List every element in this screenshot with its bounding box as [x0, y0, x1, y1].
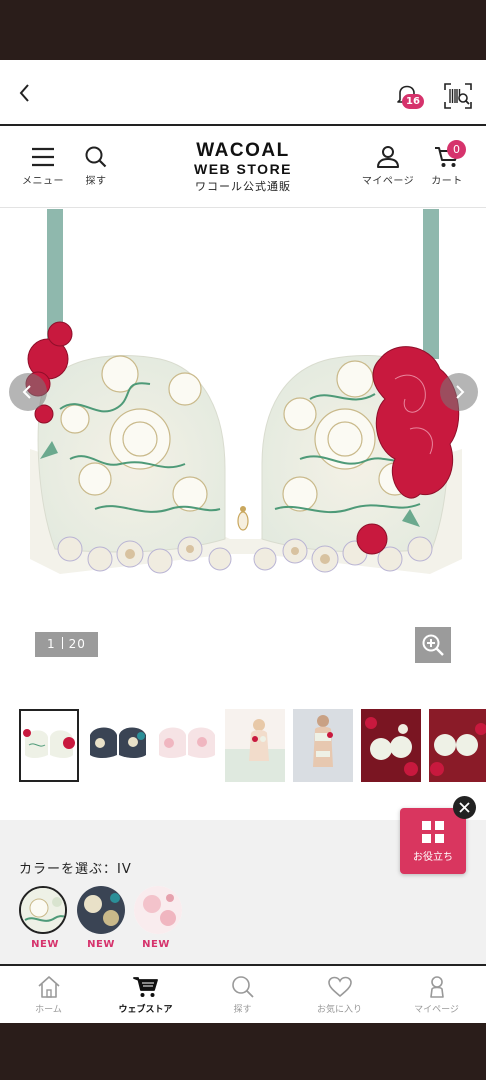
image-counter-current: 1	[47, 637, 56, 651]
help-fab-label: お役立ち	[413, 852, 453, 863]
thumbnail-item[interactable]	[293, 709, 353, 782]
thumbnail-image	[225, 709, 285, 782]
color-swatch-iv[interactable]	[19, 886, 67, 934]
product-image-carousel[interactable]	[0, 209, 486, 679]
color-select-label: カラーを選ぶ：IV	[19, 862, 132, 877]
menu-button[interactable]: メニュー	[13, 146, 73, 194]
thumbnail-image	[21, 711, 77, 780]
status-bar	[0, 0, 486, 60]
swatch-image	[21, 888, 65, 932]
barcode-scan-button[interactable]	[443, 82, 473, 110]
tab-favorites-label: お気に入り	[316, 1005, 362, 1015]
cart-label: カート	[431, 176, 463, 187]
search-icon	[231, 976, 254, 998]
tab-mypage[interactable]: マイページ	[388, 975, 485, 1015]
tab-web-store-label: ウェブストア	[118, 1005, 173, 1015]
chevron-left-icon	[22, 385, 31, 399]
thumbnail-strip	[0, 707, 486, 787]
bottom-tab-bar: ホーム ウェブストア 探す お気に入り マイページ	[0, 964, 486, 1023]
store-header: メニュー 探す WACOAL WEB STORE ワコール公式通販 マイページ …	[0, 128, 486, 208]
tab-mypage-label: マイページ	[414, 1005, 459, 1015]
notification-badge: 16	[402, 94, 424, 109]
app-viewport: 16 メニュー 探す WACOAL WEB STORE ワコール公式通販 マイペ…	[0, 60, 486, 1023]
thumbnail-image	[88, 709, 148, 782]
new-tag: NEW	[87, 939, 115, 950]
product-photo	[25, 209, 462, 574]
mypage-label: マイページ	[361, 176, 415, 187]
user-icon	[429, 976, 444, 998]
grid-icon	[422, 821, 444, 843]
logo-wordmark: WACOAL	[196, 140, 290, 161]
mypage-button[interactable]: マイページ	[358, 146, 418, 194]
chevron-right-icon	[456, 385, 465, 399]
hamburger-menu-icon	[32, 147, 54, 167]
back-chevron-icon	[19, 84, 29, 102]
thumbnail-item[interactable]	[19, 709, 79, 782]
tab-home-label: ホーム	[35, 1005, 62, 1015]
tab-favorites[interactable]: お気に入り	[291, 975, 388, 1015]
thumbnail-image	[293, 709, 353, 782]
browser-top-bar: 16	[0, 60, 486, 126]
close-icon	[459, 802, 470, 813]
new-tag: NEW	[142, 939, 170, 950]
search-label: 探す	[85, 176, 107, 187]
tab-search-label: 探す	[233, 1005, 252, 1015]
thumbnail-image	[157, 709, 217, 782]
home-icon	[37, 976, 60, 998]
thumbnail-item[interactable]	[361, 709, 421, 782]
swatch-image	[77, 886, 125, 934]
image-counter: 1 20	[35, 632, 98, 657]
back-button[interactable]	[12, 80, 38, 106]
logo-tagline: ワコール公式通販	[195, 180, 291, 193]
thumbnail-item[interactable]	[88, 709, 148, 782]
search-icon	[85, 146, 107, 168]
tab-home[interactable]: ホーム	[0, 975, 97, 1015]
carousel-next-button[interactable]	[440, 373, 478, 411]
menu-label: メニュー	[22, 176, 64, 187]
phone-screen: 16 メニュー 探す WACOAL WEB STORE ワコール公式通販 マイペ…	[0, 0, 486, 1080]
header-search-button[interactable]: 探す	[66, 146, 126, 194]
tab-web-store[interactable]: ウェブストア	[97, 975, 194, 1015]
zoom-button[interactable]	[415, 627, 451, 663]
zoom-in-icon	[422, 634, 444, 656]
user-icon	[377, 146, 399, 168]
bottom-bezel	[0, 1023, 486, 1080]
new-tag: NEW	[31, 939, 59, 950]
thumbnail-item[interactable]	[429, 709, 486, 782]
thumbnail-image	[361, 709, 421, 782]
heart-icon	[327, 976, 352, 998]
logo-subtitle: WEB STORE	[193, 161, 293, 177]
thumbnail-image	[429, 709, 486, 782]
cart-count-badge: 0	[447, 140, 466, 159]
help-close-button[interactable]	[453, 796, 476, 819]
help-fab-button[interactable]: お役立ち	[400, 808, 466, 874]
thumbnail-item[interactable]	[157, 709, 217, 782]
color-swatch-pink[interactable]	[134, 886, 182, 934]
image-counter-total: 20	[68, 637, 86, 651]
store-logo[interactable]: WACOAL WEB STORE ワコール公式通販	[173, 140, 313, 195]
tab-search[interactable]: 探す	[194, 975, 291, 1015]
carousel-prev-button[interactable]	[9, 373, 47, 411]
barcode-scan-icon	[444, 83, 472, 109]
swatch-image	[134, 886, 182, 934]
cart-icon	[132, 977, 158, 997]
color-swatch-navy[interactable]	[77, 886, 125, 934]
thumbnail-item[interactable]	[225, 709, 285, 782]
